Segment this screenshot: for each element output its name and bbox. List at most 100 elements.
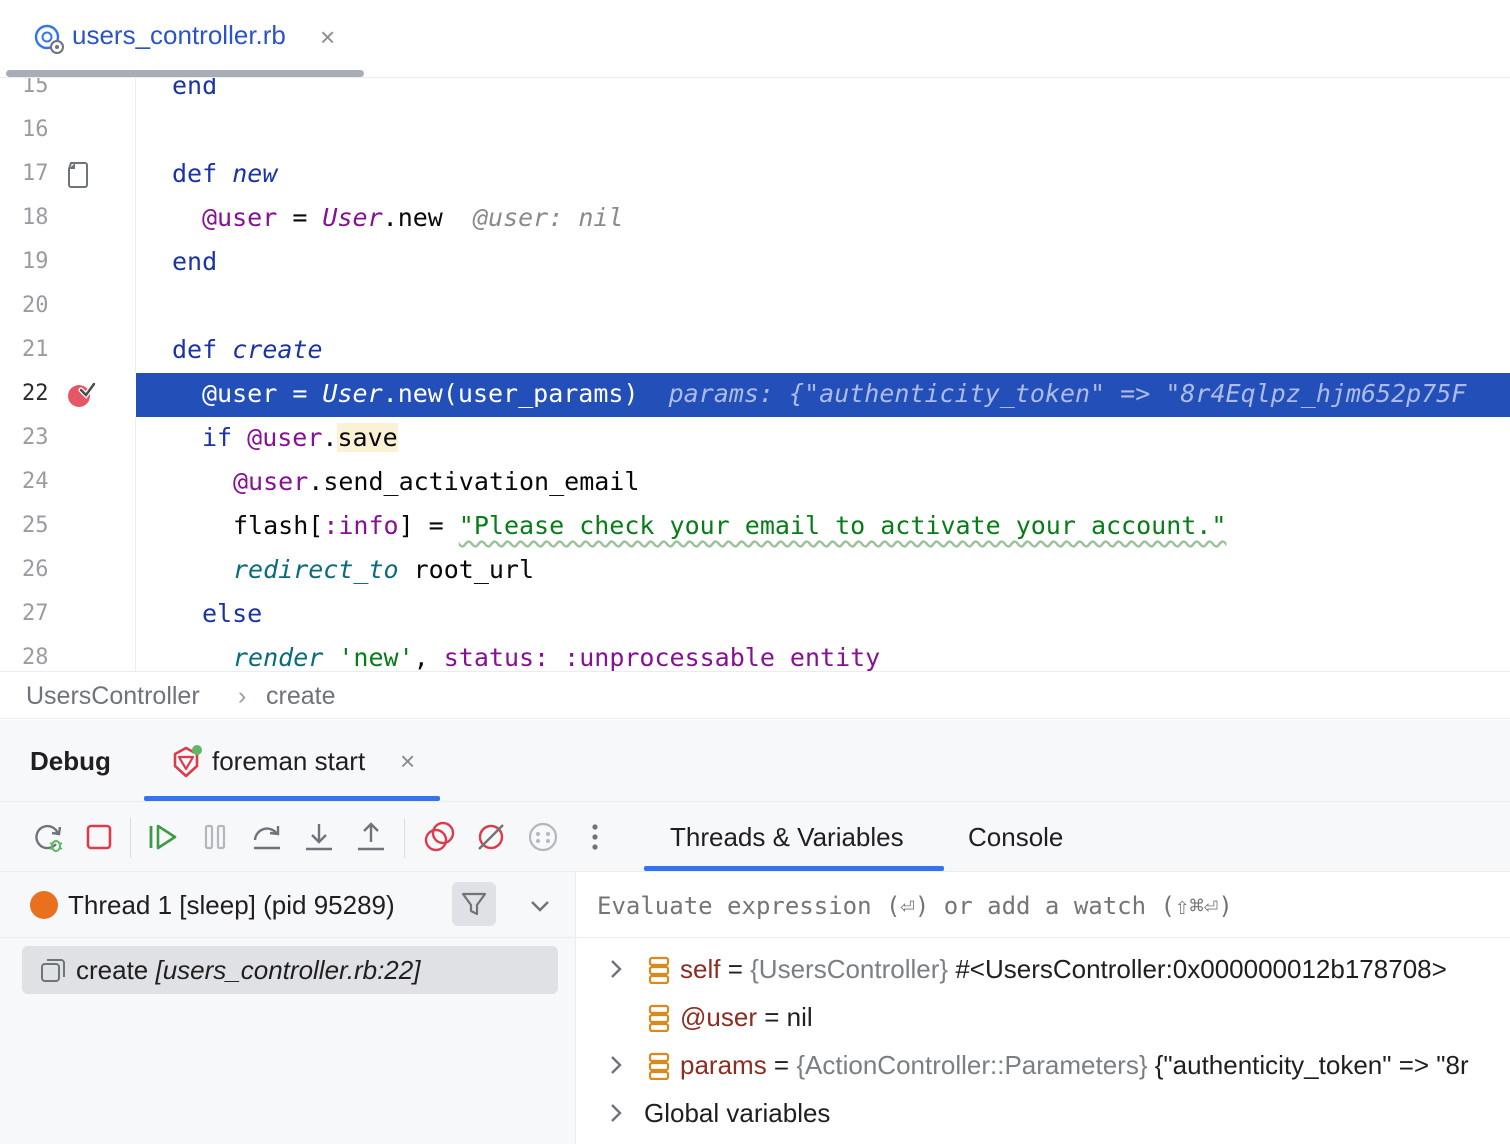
code-line: 20 [0, 285, 1510, 329]
evaluate-expression-input[interactable] [597, 888, 1477, 924]
close-icon[interactable]: × [400, 746, 415, 777]
code-text: if @user.save [202, 423, 398, 452]
step-over-icon[interactable] [250, 820, 284, 854]
code-line: 18 @user = User.new @user: nil [0, 197, 1510, 241]
breadcrumb-separator: › [238, 682, 247, 710]
variable-row-user[interactable]: @user = nil [577, 994, 1510, 1042]
thread-label: Thread 1 [sleep] (pid 95289) [68, 890, 395, 920]
variable-row-params[interactable]: params = {ActionController::Parameters} … [577, 1042, 1510, 1090]
identifier-highlight: save [337, 423, 398, 452]
code-line: 15 end [0, 78, 1510, 109]
rerun-icon[interactable] [32, 820, 66, 854]
chevron-right-icon[interactable] [605, 956, 627, 982]
filter-icon [461, 892, 487, 916]
more-options-icon[interactable] [578, 820, 612, 854]
code-line: 26 redirect_to root_url [0, 549, 1510, 593]
line-number: 27 [22, 601, 49, 626]
filter-frames-button[interactable] [452, 882, 496, 926]
code-line: 24 @user.send_activation_email [0, 461, 1510, 505]
stack-frame-label: create [users_controller.rb:22] [76, 955, 421, 985]
code-text: end [172, 247, 218, 276]
code-line: 23 if @user.save [0, 417, 1510, 461]
chevron-right-icon[interactable] [605, 1052, 627, 1078]
ruby-controller-file-icon [34, 24, 64, 54]
code-text: @user = User.new @user: nil [202, 203, 624, 232]
spellcheck-string: "Please check your email to activate you… [458, 511, 1227, 540]
field-icon [648, 1052, 670, 1080]
thread-status-icon [30, 891, 58, 919]
evaluate-expression-bar [577, 872, 1510, 938]
step-into-icon[interactable] [302, 820, 336, 854]
frame-icon [41, 959, 65, 982]
stack-frame-item[interactable]: create [users_controller.rb:22] [22, 946, 558, 994]
more-settings-icon[interactable] [526, 820, 560, 854]
tab-foreman-start[interactable]: foreman start × [144, 720, 440, 802]
active-tab-indicator [144, 796, 440, 801]
thread-selector[interactable]: Thread 1 [sleep] (pid 95289) [0, 872, 576, 938]
line-number: 19 [22, 249, 49, 274]
line-number: 28 [22, 645, 49, 670]
debug-title: Debug [30, 746, 111, 776]
code-text: @user = User.new(user_params) params: {"… [202, 379, 1467, 408]
debug-toolbar: Threads & Variables Console [0, 802, 1510, 872]
line-number: 21 [22, 337, 49, 362]
line-number: 26 [22, 557, 49, 582]
toolbar-separator [404, 818, 405, 858]
debug-tool-window-header: Debug foreman start × [0, 720, 1510, 802]
code-text: def new [172, 159, 278, 188]
view-breakpoints-icon[interactable] [422, 820, 456, 854]
pause-icon[interactable] [198, 820, 232, 854]
toolbar-separator [130, 818, 131, 858]
chevron-down-icon[interactable] [526, 892, 554, 920]
field-icon [648, 956, 670, 984]
inline-value-hint: params: {"authenticity_token" => "8r4Eql… [668, 379, 1467, 408]
active-tab-indicator [6, 70, 364, 77]
active-tab-indicator [644, 866, 944, 871]
tab-console[interactable]: Console [968, 822, 1063, 853]
breadcrumb-item-method[interactable]: create [266, 682, 335, 711]
line-number: 16 [22, 117, 49, 142]
resume-icon[interactable] [146, 820, 180, 854]
line-number: 22 [22, 381, 49, 406]
code-line: 28 render 'new', status: :unprocessable_… [0, 637, 1510, 671]
line-number: 15 [22, 78, 49, 98]
inline-value-hint: @user: nil [472, 203, 624, 232]
step-out-icon[interactable] [354, 820, 388, 854]
code-text: flash[:info] = "Please check your email … [233, 511, 1227, 540]
code-text: end [172, 78, 218, 100]
breadcrumb: UsersController › create [0, 671, 1510, 719]
ruby-debug-run-icon [173, 745, 202, 778]
line-number: 17 [22, 161, 49, 186]
breakpoint-icon[interactable] [66, 380, 96, 410]
code-line: 27 else [0, 593, 1510, 637]
code-line: 19 end [0, 241, 1510, 285]
stop-icon[interactable] [82, 820, 116, 854]
field-icon [648, 1004, 670, 1032]
frames-panel: Thread 1 [sleep] (pid 95289) create [use… [0, 872, 576, 1144]
variables-panel: self = {UsersController} #<UsersControll… [577, 872, 1510, 1144]
breadcrumb-item-class[interactable]: UsersController [26, 682, 200, 711]
variable-text: params = {ActionController::Parameters} … [680, 1050, 1469, 1080]
current-execution-line: 22 @user = User.new(user_params) params:… [0, 373, 1510, 417]
code-text: redirect_to root_url [233, 555, 535, 584]
editor-tab-users-controller[interactable]: users_controller.rb × [6, 0, 364, 78]
code-editor[interactable]: 15 end 16 17 def new 18 @user = User.new… [0, 78, 1510, 671]
run-config-label: foreman start [212, 746, 366, 776]
chevron-right-icon[interactable] [605, 1100, 627, 1126]
code-line: 21 def create [0, 329, 1510, 373]
line-number: 24 [22, 469, 49, 494]
variable-row-self[interactable]: self = {UsersController} #<UsersControll… [577, 946, 1510, 994]
code-text: def create [172, 335, 323, 364]
close-icon[interactable]: × [320, 22, 335, 52]
code-line: 16 [0, 109, 1510, 153]
variable-text: self = {UsersController} #<UsersControll… [680, 954, 1447, 984]
editor-tab-label: users_controller.rb [72, 20, 286, 50]
line-number: 23 [22, 425, 49, 450]
line-number: 25 [22, 513, 49, 538]
mute-breakpoints-icon[interactable] [474, 820, 508, 854]
bookmark-icon[interactable] [66, 161, 90, 189]
code-line: 17 def new [0, 153, 1510, 197]
variable-text: @user = nil [680, 1002, 813, 1032]
tab-threads-variables[interactable]: Threads & Variables [670, 822, 904, 853]
variable-row-globals[interactable]: Global variables [577, 1090, 1510, 1138]
